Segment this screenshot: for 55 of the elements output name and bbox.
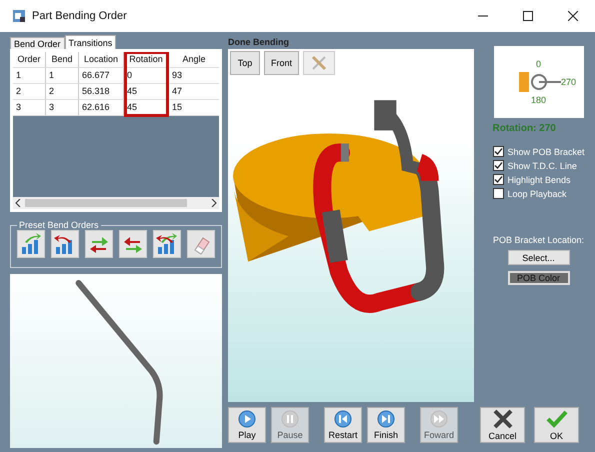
select-button[interactable]: Select...	[508, 250, 570, 266]
playback-button[interactable]: Play	[228, 407, 266, 443]
checkbox[interactable]	[492, 174, 504, 186]
view-title: Done Bending	[228, 37, 290, 50]
finish-icon	[377, 410, 395, 428]
checkbox[interactable]	[492, 160, 504, 172]
angle-label: 0	[536, 59, 541, 70]
pause-icon	[281, 410, 299, 428]
checkbox-option[interactable]: Highlight Bends	[492, 174, 584, 186]
view-button[interactable]: Top	[230, 51, 260, 76]
table-cell: 3	[13, 100, 46, 116]
preset-button[interactable]	[187, 230, 215, 258]
bracket-dial-icon	[518, 71, 561, 94]
app-icon	[12, 9, 26, 24]
tab[interactable]: Bend Order	[10, 37, 65, 50]
play-icon	[238, 410, 256, 428]
rotation-reading: Rotation: 270	[492, 123, 557, 134]
bar-chart-arrow-icon	[19, 232, 43, 256]
tab[interactable]: Transitions	[64, 35, 116, 50]
dialog-button[interactable]: Cancel	[480, 407, 525, 443]
tools-icon	[310, 54, 328, 72]
preset-button[interactable]	[17, 230, 45, 258]
playback-button[interactable]: Restart	[324, 407, 362, 443]
color-button[interactable]: POB Color	[508, 271, 570, 286]
playback-button[interactable]: Finish	[367, 407, 405, 443]
checkbox-option[interactable]: Show T.D.C. Line	[492, 160, 584, 172]
angle-label: 180	[530, 95, 546, 106]
restart-icon	[334, 410, 352, 428]
checkbox-option[interactable]: Show POB Bracket	[492, 146, 584, 158]
scroll-left-icon[interactable]	[13, 199, 23, 208]
checkmark-icon	[546, 409, 568, 429]
x-icon	[492, 409, 514, 429]
preset-button[interactable]	[51, 230, 79, 258]
table-cell: 15	[169, 100, 219, 116]
preset-button[interactable]	[153, 230, 181, 258]
bar-chart-arrow-icon	[155, 232, 179, 256]
preset-button[interactable]	[119, 230, 147, 258]
dialog-button[interactable]: OK	[534, 407, 579, 443]
window-title: Part Bending Order	[32, 10, 127, 22]
angle-label: 270	[560, 77, 576, 88]
preset-button[interactable]	[85, 230, 113, 258]
group-title: Preset Bend Orders	[18, 220, 100, 230]
view-button[interactable]: Front	[264, 51, 300, 76]
table-cell: 3	[46, 100, 79, 116]
horizontal-scrollbar[interactable]	[13, 197, 219, 210]
checkbox[interactable]	[492, 146, 504, 158]
checkbox[interactable]	[492, 188, 504, 200]
forward-icon	[430, 410, 448, 428]
scroll-right-icon[interactable]	[209, 199, 219, 208]
close-icon[interactable]	[568, 11, 578, 22]
table-cell: 62.616	[79, 100, 124, 116]
maximize-icon[interactable]	[523, 11, 533, 22]
checkbox-option[interactable]: Loop Playback	[492, 188, 584, 200]
3d-viewport[interactable]	[228, 77, 474, 402]
bracket-location-label: POB Bracket Location:	[492, 235, 584, 246]
